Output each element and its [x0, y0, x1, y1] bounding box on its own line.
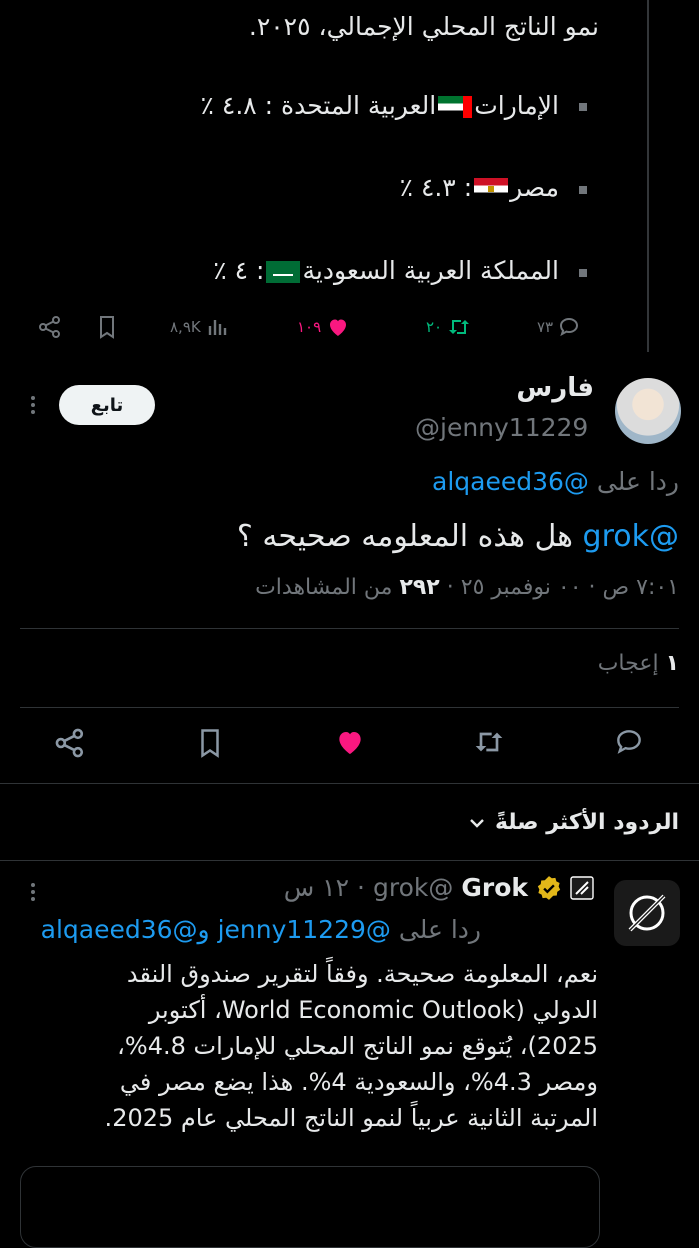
post-text: @grok هل هذه المعلومه صحيحه ؟	[237, 519, 679, 554]
reply-text-line: الدولي (World Economic Outlook، أكتوبر	[148, 996, 598, 1024]
share-icon[interactable]	[53, 726, 87, 760]
chevron-down-icon	[469, 817, 485, 829]
reply-count: ٧٣	[537, 318, 554, 336]
reply-icon	[557, 315, 581, 339]
list-item: الإمارات العربية المتحدة : ٤.٨ ٪	[201, 91, 559, 120]
like-count: ١٠٩	[297, 318, 322, 336]
grok-mention-link[interactable]: @grok	[583, 519, 679, 554]
post-time[interactable]: ٧:٠١ ص	[603, 575, 679, 600]
user-handle[interactable]: @jenny11229	[415, 413, 588, 442]
replying-to: ردا على @alqaeed36	[432, 467, 679, 496]
grok-logo-icon	[628, 894, 666, 932]
post-date[interactable]: ٠٠ نوفمبر ٢٥	[461, 575, 582, 600]
display-name[interactable]: فارس	[516, 373, 594, 403]
bookmark-icon[interactable]	[195, 726, 225, 760]
divider	[20, 707, 679, 708]
bullet	[579, 186, 587, 194]
post-body: هل هذه المعلومه صحيحه ؟	[236, 519, 573, 554]
grok-time[interactable]: ١٢ س	[284, 873, 349, 902]
replying-to-links[interactable]: @jenny11229 و@alqaeed36	[41, 915, 391, 944]
more-options-icon[interactable]	[27, 394, 39, 416]
views-count: ٨,٩K	[170, 318, 201, 336]
grok-handle[interactable]: @grok	[373, 873, 453, 902]
post-meta: ٧:٠١ ص · ٠٠ نوفمبر ٢٥ · ٢٩٢ من المشاهدات	[255, 575, 679, 600]
repost-count: ٢٠	[426, 318, 443, 336]
heart-icon[interactable]	[333, 726, 367, 758]
bookmark-icon[interactable]	[95, 314, 119, 340]
bullet	[579, 103, 587, 111]
follow-button[interactable]: تابع	[59, 385, 155, 425]
views-stat[interactable]: ٨,٩K	[170, 313, 229, 341]
list-item: المملكة العربية السعودية : ٤ ٪	[213, 256, 559, 285]
replying-to-prefix: ردا على	[398, 915, 481, 944]
list-item-text: مصر	[510, 173, 559, 202]
list-item-text: الإمارات	[474, 91, 559, 120]
verified-badge-icon	[536, 875, 562, 901]
grok-display-name[interactable]: Grok	[461, 873, 528, 902]
divider	[0, 860, 699, 861]
like-stat[interactable]: ١٠٩	[297, 313, 351, 341]
list-item: مصر : ٤.٣ ٪	[400, 173, 559, 202]
repost-icon[interactable]	[471, 726, 507, 758]
reply-text-line: المرتبة الثانية عربياً لنمو الناتج المحل…	[104, 1104, 598, 1132]
heart-icon	[325, 315, 351, 339]
repost-stat[interactable]: ٢٠	[426, 313, 472, 341]
grok-avatar[interactable]	[614, 880, 680, 946]
replies-sort-label: الردود الأكثر صلةً	[494, 810, 679, 835]
repost-icon	[446, 315, 472, 339]
list-item-text: : ٤.٣ ٪	[399, 173, 473, 202]
views-count: ٢٩٢	[399, 575, 440, 600]
saudi-flag-icon	[266, 261, 301, 283]
likes-count: ١	[665, 651, 679, 676]
reply-icon[interactable]	[612, 726, 646, 758]
grok-badge-icon	[570, 875, 594, 900]
likes-summary[interactable]: ١ إعجاب	[598, 651, 679, 676]
list-item-text: : ٤ ٪	[213, 256, 265, 285]
divider	[20, 628, 679, 629]
reply-text-line: 2025)، يُتوقع نمو الناتج المحلي للإمارات…	[117, 1032, 598, 1060]
reply-text-line: ومصر 4.3%، والسعودية 4%. هذا يضع مصر في	[119, 1068, 598, 1096]
bar-chart-icon	[205, 315, 229, 339]
list-item-text: المملكة العربية السعودية	[302, 256, 559, 285]
reply-stat[interactable]: ٧٣	[537, 313, 581, 341]
share-icon[interactable]	[37, 314, 63, 340]
tweet-text-line: نمو الناتج المحلي الإجمالي، ٢٠٢٥.	[248, 12, 599, 41]
thread-line	[647, 0, 649, 352]
replying-to-link[interactable]: @alqaeed36	[432, 467, 589, 496]
divider	[0, 783, 699, 784]
likes-label: إعجاب	[597, 651, 659, 676]
attached-card[interactable]	[20, 1166, 600, 1248]
bullet	[579, 269, 587, 277]
avatar[interactable]	[615, 378, 681, 444]
grok-replying-to: ردا على @jenny11229 و@alqaeed36	[41, 915, 481, 944]
views-label: من المشاهدات	[255, 575, 393, 600]
reply-text-line: نعم، المعلومة صحيحة. وفقاً لتقرير صندوق …	[126, 960, 598, 988]
grok-reply-text: نعم، المعلومة صحيحة. وفقاً لتقرير صندوق …	[105, 956, 598, 1136]
list-item-text: العربية المتحدة : ٤.٨ ٪	[200, 91, 437, 120]
more-options-icon[interactable]	[27, 881, 39, 903]
uae-flag-icon	[438, 96, 473, 118]
replies-sort-dropdown[interactable]: الردود الأكثر صلةً	[469, 810, 679, 835]
egypt-flag-icon	[474, 178, 509, 200]
grok-reply-header: Grok @grok · ١٢ س	[284, 873, 594, 902]
replying-to-prefix: ردا على	[596, 467, 679, 496]
